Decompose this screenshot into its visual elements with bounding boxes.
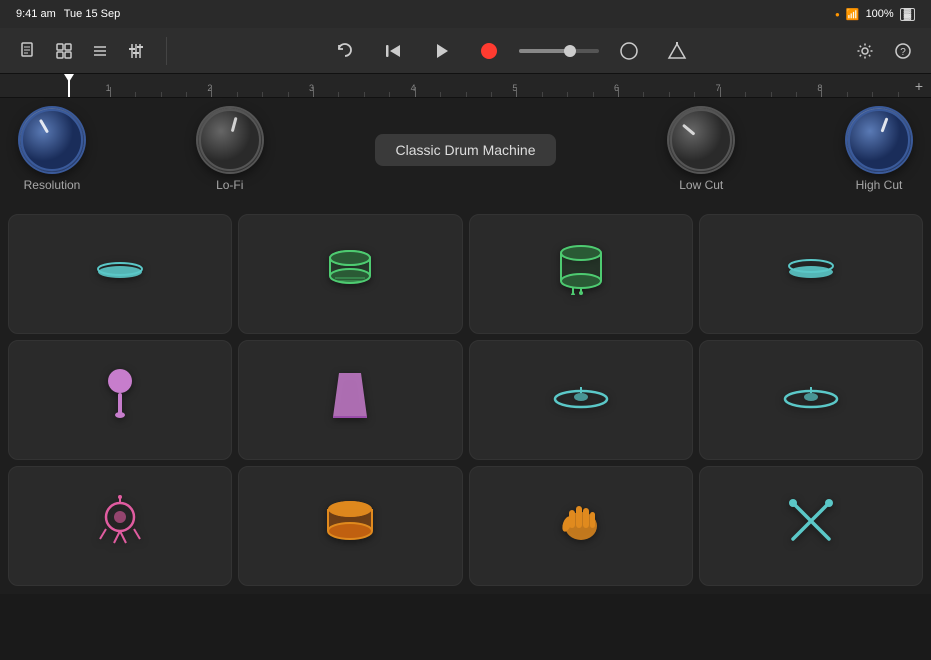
- battery-icon: ▓: [900, 8, 915, 21]
- drum-pads-grid: [0, 208, 931, 594]
- sticks-icon: [787, 497, 835, 555]
- controls-section: Resolution Lo-Fi Classic Drum Machine: [0, 98, 931, 208]
- pad-hihat-open[interactable]: [699, 214, 923, 334]
- svg-text:?: ?: [900, 47, 906, 58]
- hihat-closed-icon: [95, 252, 145, 297]
- status-time: 9:41 am: [16, 8, 56, 20]
- status-bar: 9:41 am Tue 15 Sep ● 📶 100% ▓: [0, 0, 931, 28]
- wifi-icon: 📶: [846, 8, 860, 21]
- snare-icon: [327, 248, 373, 300]
- pad-tom[interactable]: [469, 214, 693, 334]
- pad-clap[interactable]: [469, 466, 693, 586]
- toolbar: ?: [0, 28, 931, 74]
- drum-orange-icon: [325, 499, 375, 553]
- triangle-button[interactable]: [659, 33, 695, 69]
- pad-snare[interactable]: [238, 214, 462, 334]
- lofi-control: Lo-Fi: [198, 108, 262, 192]
- maraca-icon: [102, 369, 138, 431]
- pad-instrument-pink[interactable]: [8, 466, 232, 586]
- hihat-open-icon: [786, 252, 836, 297]
- pad-drum-orange[interactable]: [238, 466, 462, 586]
- tom-icon: [558, 243, 604, 305]
- lofi-label: Lo-Fi: [216, 178, 243, 192]
- record-button[interactable]: [471, 33, 507, 69]
- volume-slider[interactable]: [519, 49, 599, 53]
- settings-button[interactable]: [849, 35, 881, 67]
- resolution-label: Resolution: [24, 178, 81, 192]
- highcut-label: High Cut: [856, 178, 903, 192]
- lowcut-control: Low Cut: [669, 108, 733, 192]
- document-button[interactable]: [12, 35, 44, 67]
- highcut-control: High Cut: [847, 108, 911, 192]
- playhead: [68, 74, 70, 97]
- lowcut-label: Low Cut: [679, 178, 723, 192]
- help-button[interactable]: ?: [887, 35, 919, 67]
- circle-button[interactable]: [611, 33, 647, 69]
- pad-cowbell[interactable]: [238, 340, 462, 460]
- battery-dot: ●: [835, 10, 840, 19]
- pad-cymbal2[interactable]: [699, 340, 923, 460]
- pad-cymbal1[interactable]: [469, 340, 693, 460]
- timeline-ruler: 12345678 +: [0, 74, 931, 98]
- pad-maraca[interactable]: [8, 340, 232, 460]
- skip-back-button[interactable]: [375, 33, 411, 69]
- pad-hihat-closed[interactable]: [8, 214, 232, 334]
- resolution-knob[interactable]: [20, 108, 84, 172]
- pad-sticks[interactable]: [699, 466, 923, 586]
- list-button[interactable]: [84, 35, 116, 67]
- battery-level: 100%: [866, 8, 894, 20]
- play-button[interactable]: [423, 33, 459, 69]
- instrument-name: Classic Drum Machine: [375, 134, 555, 166]
- add-track-button[interactable]: +: [915, 78, 923, 94]
- toolbar-divider-1: [166, 37, 167, 65]
- lofi-knob[interactable]: [198, 108, 262, 172]
- mixer-button[interactable]: [120, 35, 152, 67]
- undo-button[interactable]: [327, 33, 363, 69]
- cymbal2-icon: [783, 378, 839, 423]
- resolution-control: Resolution: [20, 108, 84, 192]
- lowcut-knob[interactable]: [669, 108, 733, 172]
- cowbell-icon: [331, 369, 369, 431]
- status-date: Tue 15 Sep: [64, 8, 120, 20]
- clap-icon: [559, 496, 603, 556]
- cymbal1-icon: [553, 378, 609, 423]
- highcut-knob[interactable]: [847, 108, 911, 172]
- instrument-pink-icon: [96, 495, 144, 557]
- arrange-button[interactable]: [48, 35, 80, 67]
